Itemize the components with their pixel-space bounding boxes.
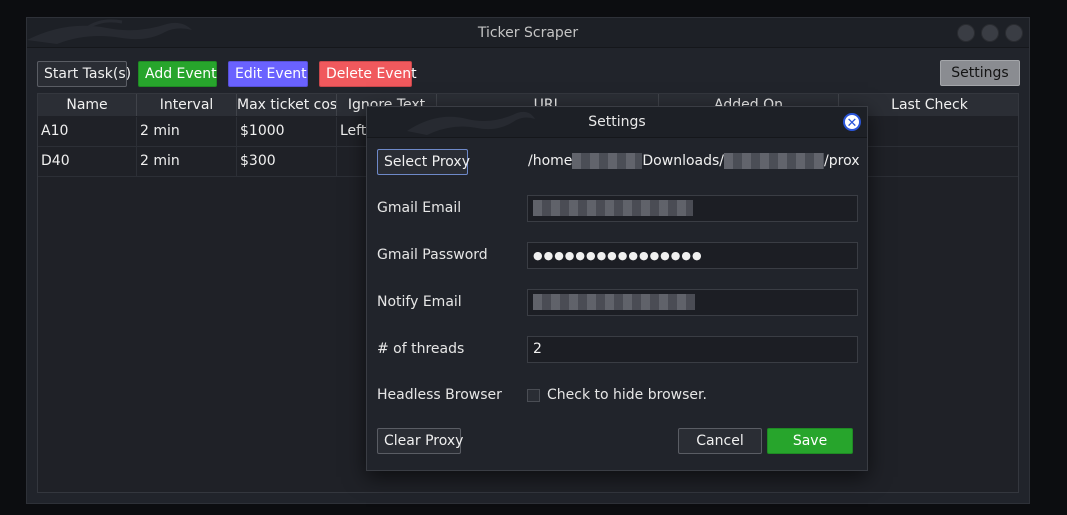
edit-event-button[interactable]: Edit Event <box>228 61 308 87</box>
redacted-block <box>724 153 825 169</box>
dialog-title: Settings <box>588 114 646 130</box>
window-titlebar[interactable]: Ticker Scraper <box>27 18 1029 48</box>
save-button[interactable]: Save <box>767 428 853 454</box>
maximize-button[interactable] <box>981 24 999 42</box>
minimize-button[interactable] <box>957 24 975 42</box>
start-tasks-button[interactable]: Start Task(s) <box>37 61 131 87</box>
select-proxy-button[interactable]: Select Proxy <box>377 149 470 175</box>
gmail-email-field[interactable] <box>527 195 858 222</box>
column-header-name[interactable]: Name <box>38 94 137 116</box>
cell-name: A10 <box>38 117 137 147</box>
delete-event-button[interactable]: Delete Event <box>319 61 417 87</box>
cell-interval: 2 min <box>137 117 237 147</box>
redacted-block <box>533 294 695 310</box>
headless-checkbox-label[interactable]: Check to hide browser. <box>547 387 707 403</box>
threads-field[interactable]: 2 <box>527 336 858 363</box>
cell-interval: 2 min <box>137 147 237 177</box>
headless-checkbox[interactable] <box>527 389 540 402</box>
proxy-path-part: /home <box>528 153 573 169</box>
gmail-email-label: Gmail Email <box>377 200 462 216</box>
cell-max-ticket-cost: $1000 <box>237 117 337 147</box>
column-header-max-ticket-cost[interactable]: Max ticket cost <box>237 94 337 116</box>
proxy-path-part: /proxie <box>824 153 859 169</box>
cancel-button[interactable]: Cancel <box>678 428 762 454</box>
gmail-password-field[interactable]: ●●●●●●●●●●●●●●●● <box>527 242 858 269</box>
column-header-interval[interactable]: Interval <box>137 94 237 116</box>
proxy-path-part: Downloads/ <box>642 153 725 169</box>
notify-email-field[interactable] <box>527 289 858 316</box>
gmail-password-label: Gmail Password <box>377 247 488 263</box>
dialog-titlebar[interactable]: Settings ✕ <box>367 107 867 138</box>
cell-name: D40 <box>38 147 137 177</box>
add-event-button[interactable]: Add Event <box>138 61 217 87</box>
clear-proxy-button[interactable]: Clear Proxy <box>377 428 463 454</box>
redacted-block <box>533 200 693 216</box>
window-title: Ticker Scraper <box>477 25 579 41</box>
close-icon[interactable]: ✕ <box>843 113 861 131</box>
notify-email-label: Notify Email <box>377 294 462 310</box>
threads-label: # of threads <box>377 341 465 357</box>
settings-dialog: Settings ✕ Select Proxy /home Downloads//… <box>366 106 868 471</box>
proxy-path-text: /home Downloads/ /proxie <box>528 153 859 169</box>
redacted-block <box>572 153 643 169</box>
settings-button[interactable]: Settings <box>940 60 1020 86</box>
headless-browser-label: Headless Browser <box>377 387 502 403</box>
cell-max-ticket-cost: $300 <box>237 147 337 177</box>
close-window-button[interactable] <box>1005 24 1023 42</box>
